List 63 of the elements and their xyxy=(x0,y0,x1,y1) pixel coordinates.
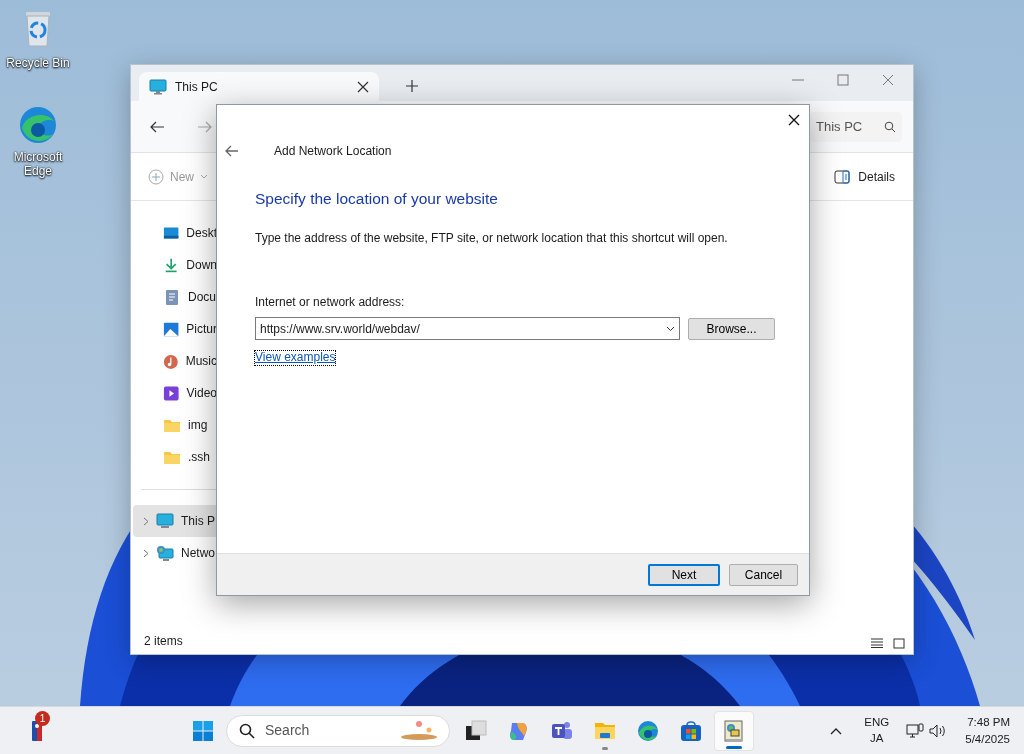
sidebar-item[interactable]: .ssh xyxy=(131,441,217,473)
tile-view-icon[interactable] xyxy=(893,638,905,649)
address-search-box[interactable]: This PC xyxy=(810,111,902,142)
teams-icon xyxy=(551,719,573,742)
computer-icon xyxy=(156,512,174,530)
browse-button[interactable]: Browse... xyxy=(688,317,775,340)
music-icon xyxy=(163,352,179,370)
video-icon xyxy=(163,384,180,402)
browser-icon[interactable] xyxy=(17,104,59,146)
window-tab[interactable]: This PC xyxy=(139,72,379,101)
task-view-icon xyxy=(465,719,487,742)
close-icon[interactable] xyxy=(788,114,800,126)
sidebar-item[interactable]: Deskt xyxy=(131,217,217,249)
notification-badge: 1 xyxy=(35,710,50,726)
dialog-heading: Specify the location of your website xyxy=(255,189,499,209)
next-button[interactable]: Next xyxy=(648,563,720,586)
plus-icon xyxy=(148,168,164,185)
expand-chevron-icon xyxy=(143,548,149,558)
link[interactable]: View examples xyxy=(255,351,336,366)
back-icon[interactable] xyxy=(225,145,239,157)
computer-icon xyxy=(149,78,167,95)
address-field[interactable]: https://www.srv.world/webdav/ xyxy=(255,317,680,341)
sidebar-item[interactable]: Down xyxy=(131,249,217,281)
browser-icon xyxy=(637,719,659,742)
picture-icon xyxy=(163,320,180,338)
network-drive-icon xyxy=(723,719,745,742)
dialog-title: Add Network Location xyxy=(274,143,392,160)
details-pane-icon xyxy=(834,169,851,184)
tree-item[interactable]: This P xyxy=(133,505,217,537)
expand-chevron-icon xyxy=(143,516,149,526)
list-view-icon[interactable] xyxy=(871,638,883,648)
field-label: Internet or network address: xyxy=(255,294,406,312)
chevron-icon xyxy=(200,173,208,180)
search-icon xyxy=(884,120,896,133)
shopping-bag-icon xyxy=(680,719,702,742)
tree-item[interactable]: Netwo xyxy=(133,537,217,569)
back-icon[interactable] xyxy=(149,119,165,134)
cancel-button[interactable]: Cancel xyxy=(729,563,798,586)
dropdown-icon xyxy=(666,325,675,332)
close-icon[interactable] xyxy=(357,80,369,93)
new-tab-icon[interactable] xyxy=(405,79,419,93)
volume-icon[interactable] xyxy=(929,722,948,739)
language-indicator[interactable]: ENG JA xyxy=(864,715,890,746)
clock[interactable]: 7:48 PM 5/4/2025 xyxy=(965,713,1010,748)
windows-icon xyxy=(192,719,214,742)
status-text: 2 items xyxy=(144,633,183,650)
sidebar-item[interactable]: img xyxy=(131,409,217,441)
chevron-up-icon[interactable] xyxy=(830,726,843,735)
description-text: Type the address of the website, FTP site, or network location that this shortcut will open. xyxy=(255,230,729,248)
network-icon xyxy=(156,544,174,562)
sidebar-item[interactable]: Video xyxy=(131,377,217,409)
running-indicator xyxy=(602,746,608,750)
details-button[interactable]: Details xyxy=(834,167,895,186)
widgets-button[interactable]: 1 xyxy=(17,710,57,751)
sidebar-item[interactable]: Music xyxy=(131,345,217,377)
sidebar-item[interactable]: Pictur xyxy=(131,313,217,345)
taskbar-search-field[interactable]: Search xyxy=(226,714,450,747)
sidebar-item[interactable]: Docu xyxy=(131,281,217,313)
network-icon[interactable] xyxy=(906,722,925,739)
search-icon xyxy=(239,722,255,739)
document-icon xyxy=(163,288,181,306)
running-indicator xyxy=(726,745,742,749)
download-icon xyxy=(163,256,180,274)
